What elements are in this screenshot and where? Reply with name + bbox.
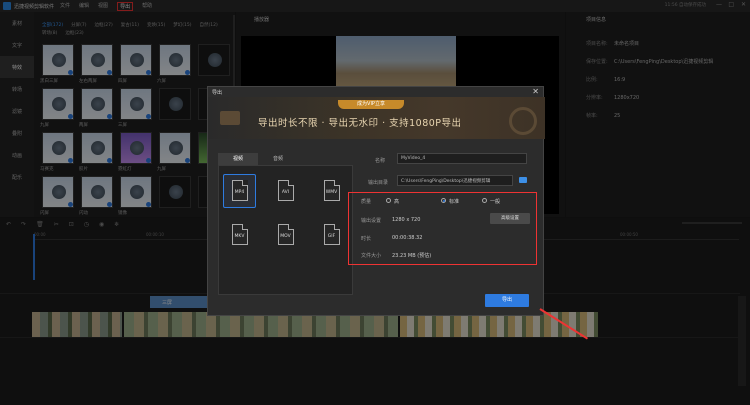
export-settings-box: 质量 高 标准 一般 输出设置 1280 x 720 高级设置 时长 00:00…	[348, 192, 537, 265]
name-input[interactable]: MyVideo_4	[397, 153, 527, 164]
export-dialog: 导出 ✕ 成为VIP立享 导出时长不限 · 导出无水印 · 支持1080P导出 …	[207, 86, 545, 316]
name-label: 名称	[375, 158, 386, 164]
quality-standard-label: 标准	[449, 199, 460, 205]
quality-high-label: 高	[394, 199, 400, 205]
format-tabs: 视频 音频	[218, 153, 355, 165]
dialog-close-icon[interactable]: ✕	[532, 87, 539, 96]
quality-high-radio[interactable]	[386, 198, 391, 203]
format-gif[interactable]: GIF	[315, 218, 348, 252]
vip-banner[interactable]: 成为VIP立享 导出时长不限 · 导出无水印 · 支持1080P导出	[208, 97, 545, 139]
tab-video[interactable]: 视频	[218, 153, 258, 165]
folder-icon[interactable]	[519, 177, 527, 183]
tab-audio[interactable]: 音频	[258, 153, 298, 165]
format-mkv[interactable]: MKV	[223, 218, 256, 252]
duration-label: 时长	[361, 236, 372, 242]
export-button[interactable]: 导出	[485, 294, 529, 307]
output-dir-input[interactable]: C:\Users\FengPing\Desktop\迅捷视频剪辑	[397, 175, 513, 186]
output-settings-label: 输出设置	[361, 218, 382, 224]
format-mov[interactable]: MOV	[269, 218, 302, 252]
filesize-value: 23.23 MB (预估)	[392, 253, 432, 259]
camera-icon	[220, 111, 240, 125]
duration-value: 00:00:38.32	[392, 235, 423, 241]
output-settings-value: 1280 x 720	[392, 217, 421, 223]
vip-promo-text: 导出时长不限 · 导出无水印 · 支持1080P导出	[258, 118, 462, 129]
quality-normal-radio[interactable]	[482, 198, 487, 203]
quality-standard-radio[interactable]	[441, 198, 446, 203]
format-wmv[interactable]: WMV	[315, 174, 348, 208]
filesize-label: 文件大小	[361, 253, 382, 259]
vip-badge[interactable]: 成为VIP立享	[338, 100, 404, 109]
film-reel-icon	[509, 107, 537, 135]
format-panel: MP4 AVI WMV MKV MOV GIF	[218, 165, 353, 295]
quality-label: 质量	[361, 199, 372, 205]
output-dir-label: 输出目录	[368, 180, 389, 186]
format-mp4[interactable]: MP4	[223, 174, 256, 208]
quality-normal-label: 一般	[490, 199, 501, 205]
dialog-title: 导出	[212, 90, 223, 96]
format-avi[interactable]: AVI	[269, 174, 302, 208]
advanced-settings-button[interactable]: 高级设置	[490, 213, 530, 224]
